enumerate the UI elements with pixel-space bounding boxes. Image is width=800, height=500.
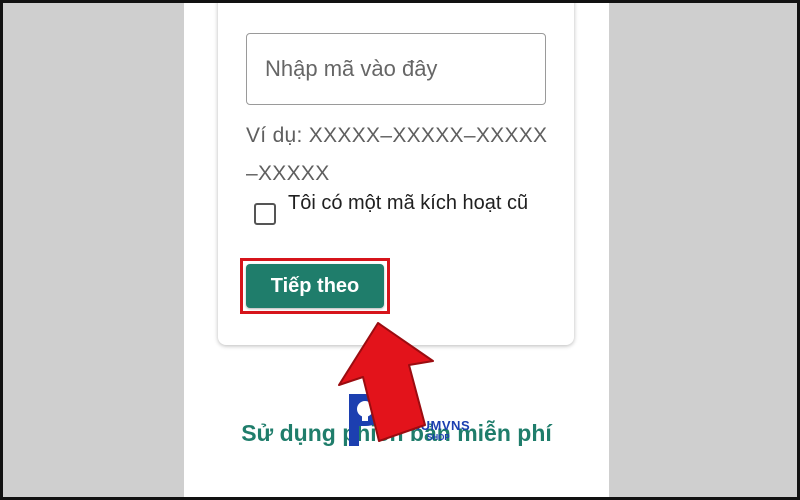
use-free-version-link[interactable]: Sử dụng phiên bản miễn phí xyxy=(184,420,609,447)
app-screen: Ví dụ: XXXXX–XXXXX–XXXXX –XXXXX Tôi có m… xyxy=(184,3,609,497)
old-activation-code-label[interactable]: Tôi có một mã kích hoạt cũ xyxy=(288,190,548,216)
old-activation-code-checkbox[interactable] xyxy=(254,203,276,225)
example-format-text: Ví dụ: XXXXX–XXXXX–XXXXX –XXXXX xyxy=(246,124,548,185)
activation-card: Ví dụ: XXXXX–XXXXX–XXXXX –XXXXX Tôi có m… xyxy=(218,3,574,345)
next-button[interactable]: Tiếp theo xyxy=(246,264,384,308)
screenshot-frame: Ví dụ: XXXXX–XXXXX–XXXXX –XXXXX Tôi có m… xyxy=(0,0,800,500)
activation-code-input[interactable] xyxy=(246,33,546,105)
